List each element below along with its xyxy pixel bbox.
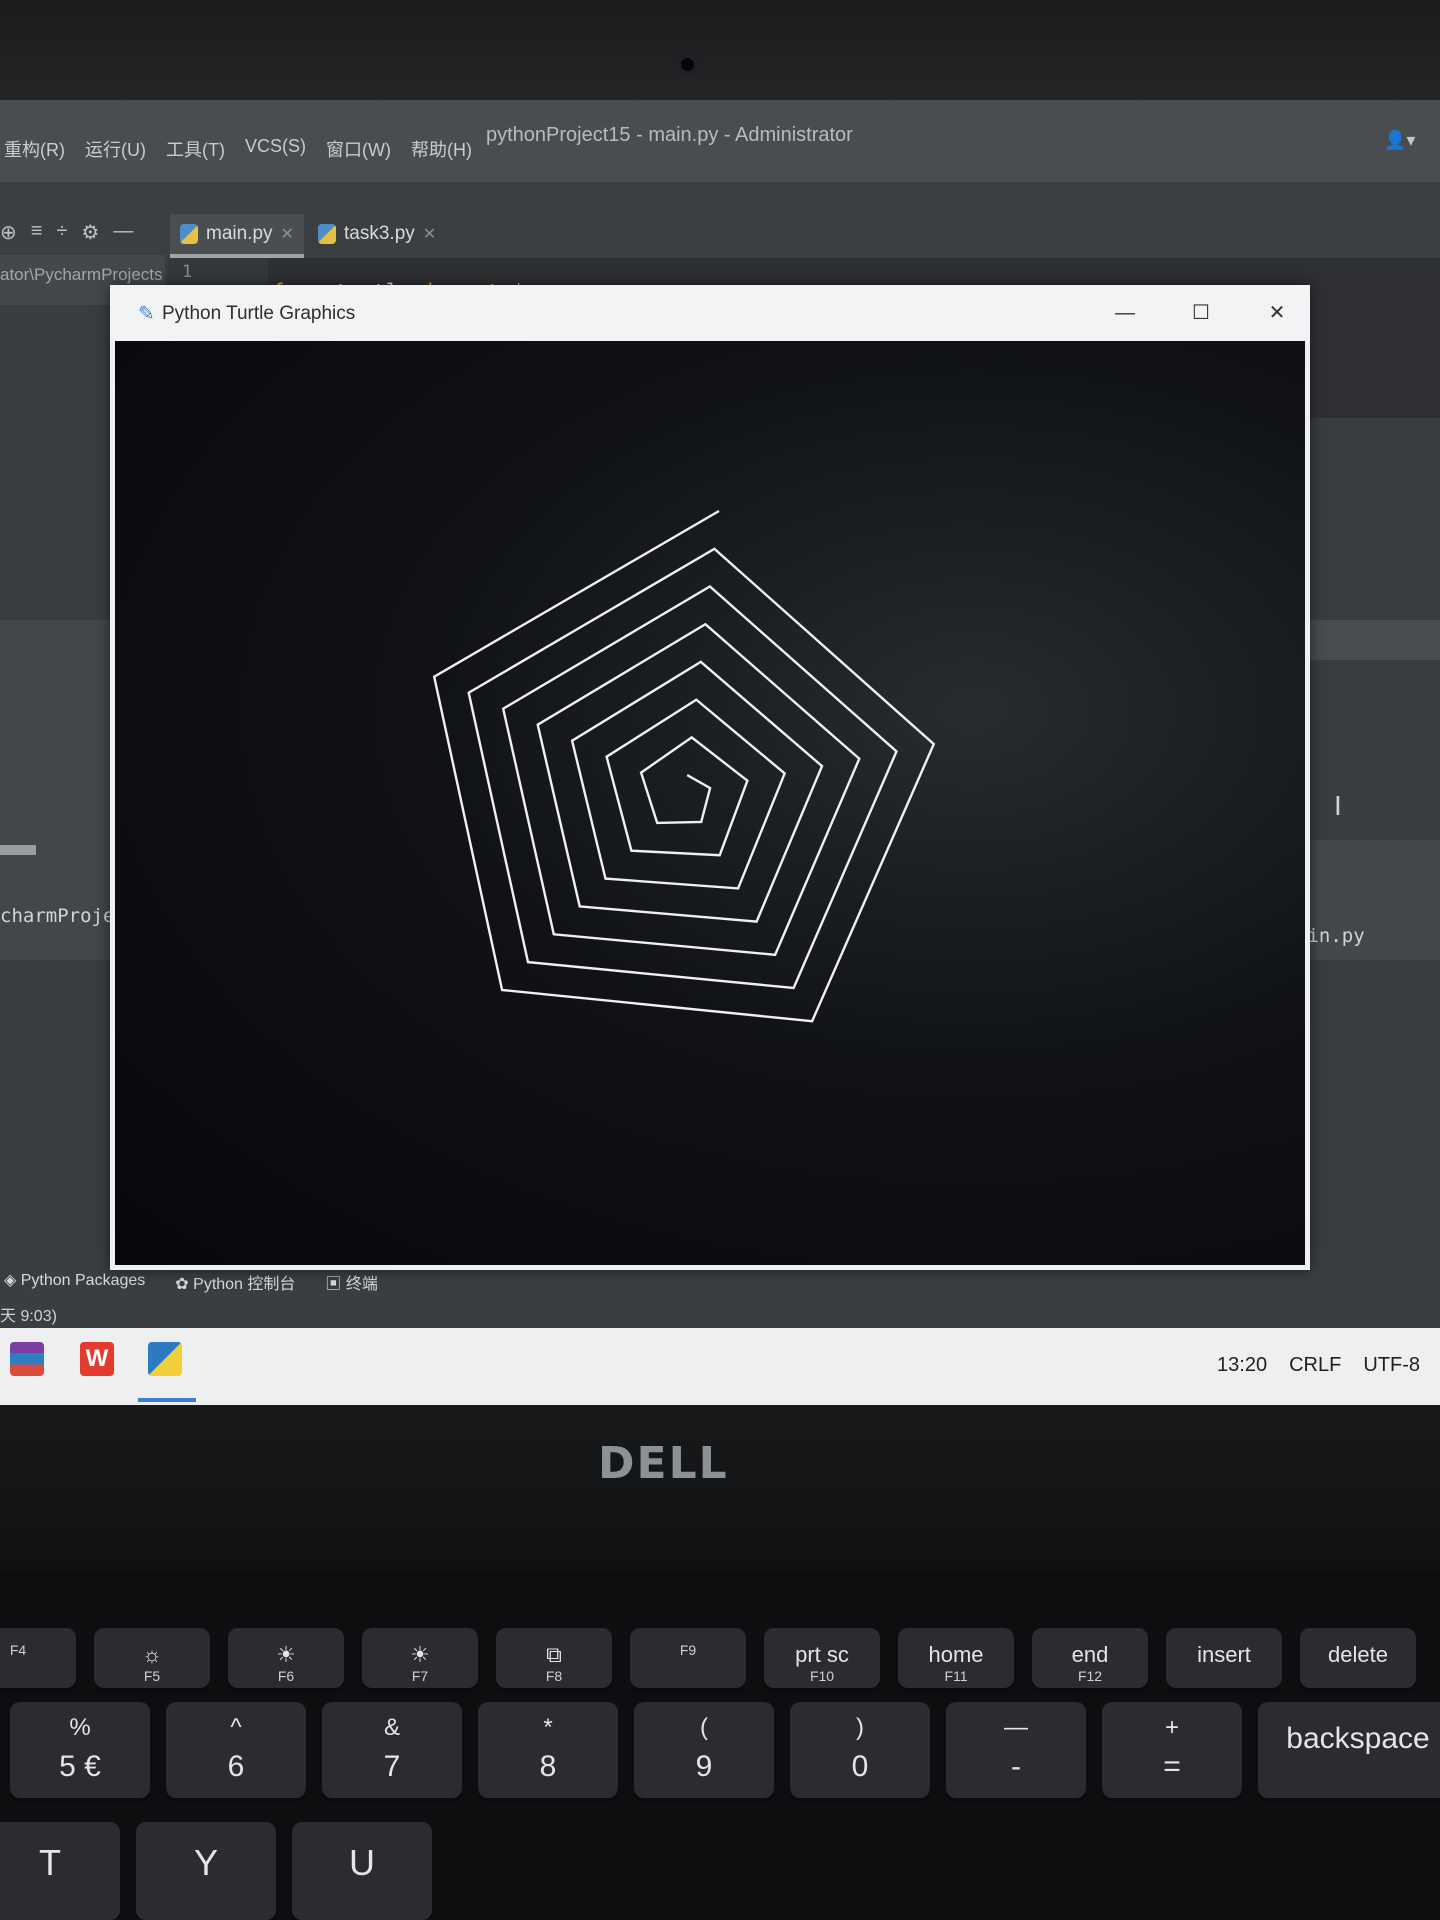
function-key[interactable]: home F11 — [898, 1628, 1014, 1688]
function-key[interactable]: ☀ F6 — [228, 1628, 344, 1688]
tab-label: Python Packages — [20, 1272, 146, 1289]
letter-key[interactable]: U — [292, 1822, 432, 1920]
python-console-tab[interactable]: ✿ Python 控制台 — [175, 1270, 295, 1294]
run-panel-path: charmProje — [0, 905, 115, 927]
tab-main-py[interactable]: main.py ✕ — [170, 214, 304, 258]
turtle-drawing — [432, 509, 936, 1023]
ide-menubar: 重构(R) 运行(U) 工具(T) VCS(S) 窗口(W) 帮助(H) pyt… — [0, 100, 1440, 182]
pentagon-spiral-path — [432, 509, 936, 1023]
number-key[interactable]: & 7 — [322, 1702, 462, 1798]
number-key[interactable]: * 8 — [478, 1702, 618, 1798]
keyboard: F4 ☼ F5 ☀ F6 ☀ F7 ⧉ F8 F9 prt sc F10 home F11 end F12 in… — [0, 1570, 1440, 1920]
menu-bar: 重构(R) 运行(U) 工具(T) VCS(S) 窗口(W) 帮助(H) — [4, 136, 472, 162]
pycharm-app-icon[interactable] — [148, 1342, 182, 1376]
number-key[interactable]: backspace — [1258, 1702, 1440, 1798]
hide-icon[interactable]: — — [113, 220, 133, 245]
minimize-button[interactable]: — — [1100, 295, 1150, 331]
scroll-marker[interactable] — [0, 845, 36, 855]
gear-icon[interactable]: ⚙ — [81, 220, 99, 245]
function-key[interactable]: F4 — [0, 1628, 76, 1688]
tool-window-tabs: ◈ Python Packages ✿ Python 控制台 ▣ 终端 — [4, 1270, 378, 1294]
active-app-indicator — [138, 1398, 196, 1402]
number-key[interactable]: (9 — [634, 1702, 774, 1798]
laptop-screen: 重构(R) 运行(U) 工具(T) VCS(S) 窗口(W) 帮助(H) pyt… — [0, 100, 1440, 1405]
editor-tab-bar: ⊕ ≡ ÷ ⚙ — main.py ✕ task3.py ✕ — [0, 182, 1440, 258]
tab-label: main.py — [206, 223, 273, 244]
number-key[interactable]: — - — [946, 1702, 1086, 1798]
menu-tools[interactable]: 工具(T) — [166, 136, 225, 162]
wps-app-icon[interactable]: W — [80, 1342, 114, 1376]
function-key[interactable]: ⧉ F8 — [496, 1628, 612, 1688]
python-icon: ✿ — [175, 1276, 194, 1293]
terminal-icon: ▣ — [325, 1276, 346, 1293]
number-key[interactable]: ) 0 — [790, 1702, 930, 1798]
line-separator[interactable]: CRLF — [1289, 1354, 1341, 1377]
close-icon[interactable]: ✕ — [281, 224, 294, 244]
python-packages-tab[interactable]: ◈ Python Packages — [4, 1270, 145, 1294]
user-icon[interactable]: 👤▾ — [1384, 130, 1418, 152]
tab-task3-py[interactable]: task3.py ✕ — [308, 214, 446, 254]
ide-window-title: pythonProject15 - main.py - Administrato… — [486, 124, 853, 146]
function-key[interactable]: insert — [1166, 1628, 1282, 1688]
python-file-icon — [318, 224, 336, 244]
cursor-position[interactable]: 13:20 — [1217, 1354, 1267, 1377]
expand-all-icon[interactable]: ≡ — [31, 220, 43, 245]
project-toolbar: ⊕ ≡ ÷ ⚙ — — [0, 220, 133, 245]
right-panel-strip — [1308, 620, 1440, 660]
number-key[interactable]: ^ 6 — [166, 1702, 306, 1798]
turtle-canvas[interactable] — [115, 341, 1305, 1265]
function-key[interactable]: ☼ F5 — [94, 1628, 210, 1688]
dell-logo: DELL — [598, 1438, 729, 1489]
number-key[interactable]: % 5 € — [10, 1702, 150, 1798]
status-message: 天 9:03) — [0, 1308, 57, 1325]
function-key[interactable]: F9 — [630, 1628, 746, 1688]
menu-window[interactable]: 窗口(W) — [326, 136, 391, 162]
function-key[interactable]: delete — [1300, 1628, 1416, 1688]
python-file-icon — [180, 224, 198, 244]
menu-run[interactable]: 运行(U) — [85, 136, 146, 162]
laptop-top-bezel — [0, 0, 1440, 100]
menu-help[interactable]: 帮助(H) — [411, 136, 472, 162]
maximize-button[interactable]: ☐ — [1176, 295, 1226, 331]
status-bar: 13:20 CRLF UTF-8 — [1217, 1354, 1420, 1377]
menu-refactor[interactable]: 重构(R) — [4, 136, 65, 162]
window-titlebar[interactable]: ✎ Python Turtle Graphics — ☐ ✕ — [110, 285, 1310, 341]
file-encoding[interactable]: UTF-8 — [1363, 1354, 1420, 1377]
text-cursor-icon: I — [1334, 790, 1342, 821]
webcam — [681, 58, 694, 71]
menu-vcs[interactable]: VCS(S) — [245, 136, 306, 162]
layers-icon: ◈ — [4, 1272, 21, 1289]
turtle-graphics-window: ✎ Python Turtle Graphics — ☐ ✕ — [110, 285, 1310, 1270]
terminal-tab[interactable]: ▣ 终端 — [325, 1270, 377, 1294]
function-key[interactable]: prt sc F10 — [764, 1628, 880, 1688]
close-button[interactable]: ✕ — [1252, 295, 1302, 331]
window-title: Python Turtle Graphics — [162, 303, 356, 324]
number-key[interactable]: + = — [1102, 1702, 1242, 1798]
locate-icon[interactable]: ⊕ — [0, 220, 17, 245]
taskbar: W 13:20 CRLF UTF-8 — [0, 1328, 1440, 1405]
function-key[interactable]: ☀ F7 — [362, 1628, 478, 1688]
tab-label: Python 控制台 — [193, 1276, 296, 1293]
letter-key[interactable]: T — [0, 1822, 120, 1920]
collapse-all-icon[interactable]: ÷ — [56, 220, 67, 245]
function-key[interactable]: end F12 — [1032, 1628, 1148, 1688]
winrar-app-icon[interactable] — [10, 1342, 44, 1376]
tab-label: 终端 — [345, 1276, 378, 1293]
letter-key[interactable]: Y — [136, 1822, 276, 1920]
feather-icon: ✎ — [138, 303, 155, 325]
tab-label: task3.py — [344, 223, 415, 244]
close-icon[interactable]: ✕ — [423, 224, 436, 244]
